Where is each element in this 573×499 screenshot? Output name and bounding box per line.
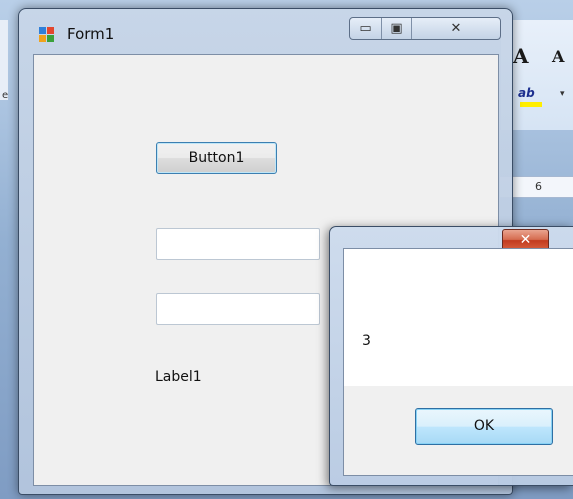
- chevron-down-icon[interactable]: ▾: [560, 89, 565, 99]
- message-text: 3: [362, 333, 371, 349]
- minimize-icon: ▭: [359, 21, 372, 36]
- app-icon: [39, 27, 54, 42]
- maximize-button[interactable]: ▣: [382, 18, 412, 39]
- message-box-client-area: 3 OK: [343, 248, 573, 476]
- highlight-label: ab: [518, 86, 535, 100]
- button1[interactable]: Button1: [156, 142, 277, 174]
- grow-font-icon[interactable]: A: [513, 44, 529, 68]
- message-box-window: ✕ 3 OK: [329, 226, 573, 486]
- message-box-content: 3: [344, 249, 573, 386]
- ok-button[interactable]: OK: [415, 408, 553, 445]
- textbox1[interactable]: [156, 228, 320, 260]
- background-letter: e: [2, 90, 9, 101]
- text-highlight-icon[interactable]: ab ▾: [518, 86, 565, 108]
- close-icon: ✕: [519, 232, 532, 248]
- highlight-color-bar: [520, 102, 542, 107]
- minimize-button[interactable]: ▭: [350, 18, 382, 39]
- shrink-font-icon[interactable]: A: [552, 47, 564, 66]
- maximize-icon: ▣: [390, 21, 403, 36]
- close-icon: ✕: [450, 21, 462, 36]
- window-title: Form1: [67, 25, 115, 43]
- textbox2[interactable]: [156, 293, 320, 325]
- ruler-number: 6: [535, 180, 542, 193]
- close-button[interactable]: ✕: [412, 18, 500, 39]
- background-page-edge: [0, 20, 8, 100]
- label1: Label1: [155, 369, 202, 385]
- caption-buttons: ▭ ▣ ✕: [349, 17, 501, 40]
